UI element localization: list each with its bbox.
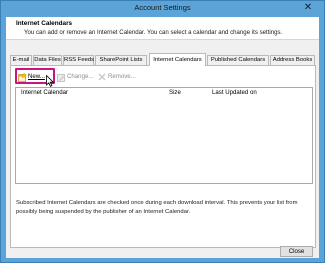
change-calendar-icon <box>57 74 65 82</box>
dialog-client-area: Internet Calendars You can add or remove… <box>6 17 319 258</box>
dialog-header: Internet Calendars You can add or remove… <box>6 17 319 40</box>
tab-email[interactable]: E-mail <box>10 55 32 65</box>
mouse-cursor-icon <box>46 75 54 87</box>
close-button[interactable]: Close <box>280 246 313 257</box>
column-header-size[interactable]: Size <box>169 89 181 96</box>
column-header-internet-calendar[interactable]: Internet Calendar <box>21 89 68 96</box>
remove-x-icon <box>98 73 106 81</box>
title-bar: Account Settings ✕ <box>1 1 324 17</box>
tab-rss-feeds[interactable]: RSS Feeds <box>63 55 94 65</box>
tab-internet-calendars[interactable]: Internet Calendars <box>149 53 206 66</box>
header-title: Internet Calendars <box>16 20 73 27</box>
internet-calendars-panel: New... Change... Remove... Internet Cale… <box>10 65 316 248</box>
tab-strip: E-mail Data Files RSS Feeds SharePoint L… <box>10 53 315 66</box>
calendar-list[interactable]: Internet Calendar Size Last Updated on <box>15 87 313 184</box>
tab-published-calendars[interactable]: Published Calendars <box>207 55 269 65</box>
account-settings-window: Account Settings ✕ Internet Calendars Yo… <box>0 0 325 263</box>
tab-sharepoint-lists[interactable]: SharePoint Lists <box>95 55 147 65</box>
tab-data-files[interactable]: Data Files <box>33 55 62 65</box>
window-title: Account Settings <box>134 3 191 12</box>
remove-button-label: Remove... <box>108 73 136 80</box>
column-header-last-updated[interactable]: Last Updated on <box>212 89 257 96</box>
change-button-label: Change... <box>67 73 94 80</box>
header-description: You can add or remove an Internet Calend… <box>24 29 283 36</box>
close-window-icon[interactable]: ✕ <box>301 2 315 14</box>
info-text: Subscribed Internet Calendars are checke… <box>16 200 298 215</box>
tab-address-books[interactable]: Address Books <box>270 55 315 65</box>
